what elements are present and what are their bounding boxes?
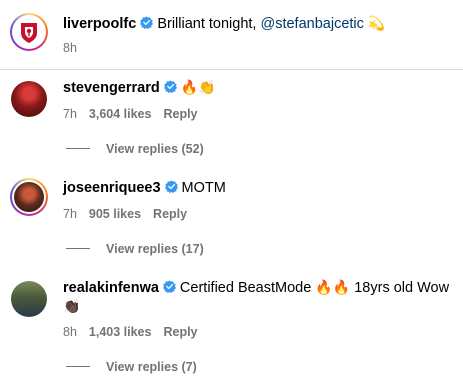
verified-badge-icon [140, 16, 154, 29]
verified-badge-icon [164, 180, 178, 193]
replies-line [66, 148, 90, 149]
caption-body: liverpoolfc Brilliant tonight, @stefanbaj… [63, 15, 453, 34]
comment-time: 7h [63, 207, 77, 221]
reply-button[interactable]: Reply [153, 207, 187, 221]
comment-likes[interactable]: 1,403 likes [89, 325, 152, 339]
replies-line [66, 248, 90, 249]
view-replies-label: View replies (17) [106, 242, 204, 256]
reply-button[interactable]: Reply [163, 107, 197, 121]
view-replies-label: View replies (7) [106, 360, 197, 374]
dizzy-emoji-icon: 💫 [367, 16, 386, 32]
view-replies-button[interactable]: View replies (52) [66, 141, 204, 157]
avatar-joseenriquee3[interactable] [10, 178, 48, 216]
comment-username[interactable]: realakinfenwa [63, 280, 159, 296]
verified-badge-icon [163, 80, 177, 93]
avatar-liverpoolfc[interactable] [10, 13, 48, 51]
replies-line [66, 366, 90, 367]
comment-text-2: 18yrs old Wow [354, 280, 450, 296]
liverpool-crest-icon [21, 23, 37, 43]
reply-button[interactable]: Reply [163, 325, 197, 339]
fire-emoji-icon: 🔥🔥 [315, 280, 351, 296]
comment-body: joseenriquee3 MOTM [63, 179, 453, 198]
caption-text: Brilliant tonight, [157, 16, 257, 32]
comment-likes[interactable]: 3,604 likes [89, 107, 152, 121]
comment-text: Certified BeastMode [179, 280, 312, 296]
verified-badge-icon [162, 280, 176, 293]
view-replies-button[interactable]: View replies (7) [66, 359, 197, 375]
comment-meta: 7h 3,604 likes Reply [63, 106, 210, 122]
caption-time: 8h [63, 41, 77, 55]
fire-clap-emoji-icon: 🔥👏 [180, 80, 216, 96]
avatar-realakinfenwa[interactable] [11, 281, 47, 317]
view-replies-button[interactable]: View replies (17) [66, 241, 204, 257]
caption-divider [0, 0, 463, 70]
view-replies-label: View replies (52) [106, 142, 204, 156]
comment-username[interactable]: joseenriquee3 [63, 180, 161, 196]
caption-mention[interactable]: @stefanbajcetic [261, 16, 364, 32]
comment-body: stevengerrard 🔥👏 [63, 79, 453, 98]
comment-time: 7h [63, 107, 77, 121]
comment-body: realakinfenwa Certified BeastMode 🔥🔥 18yr… [63, 279, 453, 317]
comment-meta: 7h 905 likes Reply [63, 206, 199, 222]
clap-emoji-icon: 👏🏿 [63, 299, 81, 315]
caption-meta: 8h [63, 40, 89, 56]
comment-meta: 8h 1,403 likes Reply [63, 324, 210, 340]
comment-time: 8h [63, 325, 77, 339]
comment-text: MOTM [181, 180, 226, 196]
comment-username[interactable]: stevengerrard [63, 80, 160, 96]
avatar-stevengerrard[interactable] [11, 81, 47, 117]
caption-username[interactable]: liverpoolfc [63, 16, 136, 32]
comment-likes[interactable]: 905 likes [89, 207, 141, 221]
